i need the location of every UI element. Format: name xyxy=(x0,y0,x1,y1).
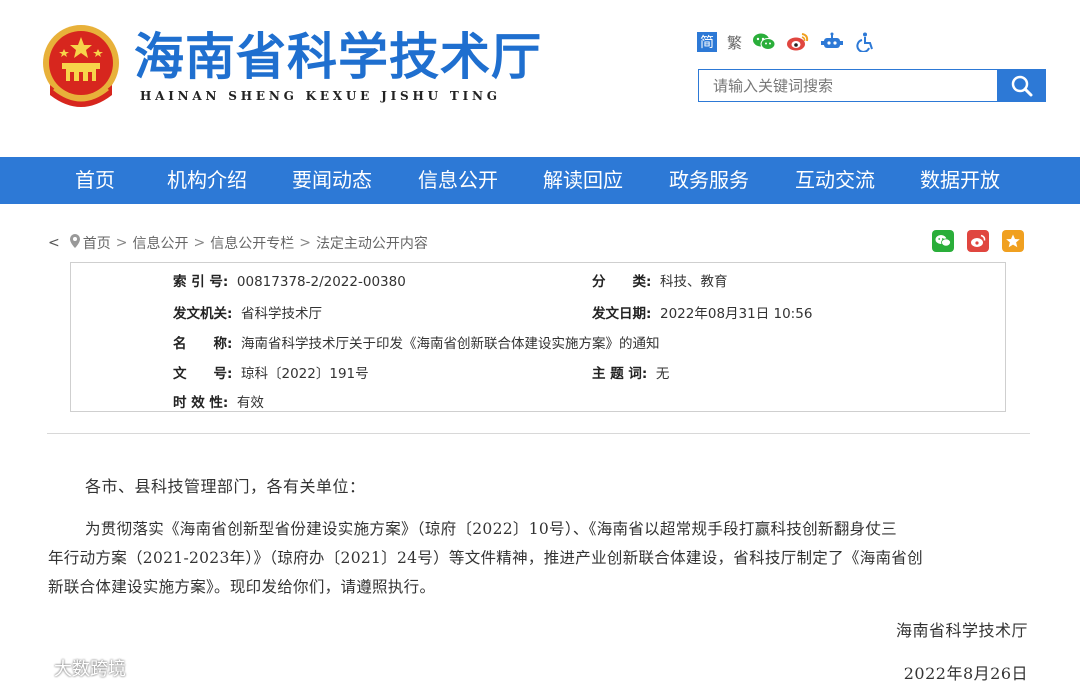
meta-validity: 时 效 性: 有效 xyxy=(173,391,264,411)
search-input[interactable] xyxy=(699,70,997,101)
traditional-chinese-button[interactable]: 繁 xyxy=(727,32,742,53)
breadcrumb-home[interactable]: 首页 xyxy=(83,233,111,253)
robot-icon[interactable] xyxy=(820,32,844,52)
watermark-text: 大数跨境 xyxy=(54,659,126,680)
nav-item-about[interactable]: 机构介绍 xyxy=(167,157,247,204)
article-salutation: 各市、县科技管理部门，各有关单位： xyxy=(85,477,366,496)
nav-item-home[interactable]: 首页 xyxy=(75,157,115,204)
meta-issuer-value: 省科学技术厅 xyxy=(241,306,322,322)
share-wechat-icon[interactable] xyxy=(932,230,954,252)
site-title: 海南省科学技术厅 xyxy=(134,28,542,86)
header-tools: 简 繁 xyxy=(697,30,878,54)
meta-subject-value: 无 xyxy=(655,366,670,382)
meta-subject-label: 主 题 词: xyxy=(592,366,648,382)
nav-item-disclosure[interactable]: 信息公开 xyxy=(418,157,498,204)
breadcrumb-separator: > xyxy=(299,235,311,251)
meta-issuer: 发文机关: 省科学技术厅 xyxy=(173,302,322,322)
weibo-icon[interactable] xyxy=(786,32,810,52)
main-content: < 首页 > 信息公开 > 信息公开专栏 > 法定主动公开内容 索 引 号: 0… xyxy=(0,204,1080,688)
search-icon xyxy=(1011,75,1033,96)
meta-index-value: 00817378-2/2022-00380 xyxy=(236,274,406,290)
national-emblem-icon xyxy=(40,23,122,109)
favorite-star-icon[interactable] xyxy=(1002,230,1024,252)
main-nav: 首页 机构介绍 要闻动态 信息公开 解读回应 政务服务 互动交流 数据开放 xyxy=(0,157,1080,204)
search-button[interactable] xyxy=(998,69,1046,102)
meta-category-label: 分 类: xyxy=(592,274,652,290)
article-paragraph-line-1: 为贯彻落实《海南省创新型省份建设实施方案》（琼府〔2022〕10号）、《海南省以… xyxy=(85,520,897,538)
article-paragraph-line-3: 新联合体建设实施方案》。现印发给你们，请遵照执行。 xyxy=(48,578,436,596)
meta-date: 发文日期: 2022年08月31日 10:56 xyxy=(592,302,812,322)
meta-name-label: 名 称: xyxy=(173,336,233,352)
meta-validity-value: 有效 xyxy=(236,395,264,411)
meta-index: 索 引 号: 00817378-2/2022-00380 xyxy=(173,270,406,290)
nav-item-services[interactable]: 政务服务 xyxy=(669,157,749,204)
content-divider xyxy=(47,433,1030,434)
article-signature: 海南省科学技术厅 xyxy=(895,621,1028,640)
breadcrumb-disclosure-column[interactable]: 信息公开专栏 xyxy=(210,233,294,253)
meta-name: 名 称: 海南省科学技术厅关于印发《海南省创新联合体建设实施方案》的通知 xyxy=(173,332,660,352)
nav-item-open-data[interactable]: 数据开放 xyxy=(920,157,1000,204)
meta-docno-value: 琼科〔2022〕191号 xyxy=(241,366,369,382)
watermark: 大数跨境 xyxy=(10,655,126,681)
breadcrumb-separator: > xyxy=(115,235,128,251)
breadcrumb-statutory-content[interactable]: 法定主动公开内容 xyxy=(316,233,428,253)
search-box xyxy=(698,69,998,102)
meta-validity-label: 时 效 性: xyxy=(173,395,229,411)
meta-category-value: 科技、教育 xyxy=(660,274,728,290)
meta-subject: 主 题 词: 无 xyxy=(592,362,669,382)
wechat-icon[interactable] xyxy=(752,32,776,52)
meta-category: 分 类: 科技、教育 xyxy=(592,270,728,290)
breadcrumb-disclosure[interactable]: 信息公开 xyxy=(132,233,188,253)
simplified-chinese-button[interactable]: 简 xyxy=(697,32,717,52)
breadcrumb-separator: > xyxy=(193,235,206,251)
watermark-logo-icon xyxy=(11,660,50,676)
meta-docno-label: 文 号: xyxy=(173,366,233,382)
share-weibo-icon[interactable] xyxy=(967,230,989,252)
accessibility-icon[interactable] xyxy=(854,32,878,52)
article-paragraph-line-2: 年行动方案（2021-2023年）》（琼府办〔2021〕24号）等文件精神，推进… xyxy=(48,549,923,567)
article-date: 2022年8月26日 xyxy=(903,664,1028,683)
meta-index-label: 索 引 号: xyxy=(173,274,229,290)
breadcrumb: < 首页 > 信息公开 > 信息公开专栏 > 法定主动公开内容 xyxy=(48,233,428,253)
meta-date-label: 发文日期: xyxy=(592,306,652,322)
nav-item-interpretation[interactable]: 解读回应 xyxy=(543,157,623,204)
location-pin-icon xyxy=(69,234,80,252)
site-header: 海南省科学技术厅 HAINAN SHENG KEXUE JISHU TING 简… xyxy=(0,0,1080,157)
back-link[interactable]: < xyxy=(48,235,60,251)
meta-date-value: 2022年08月31日 10:56 xyxy=(660,306,813,322)
nav-item-news[interactable]: 要闻动态 xyxy=(292,157,372,204)
meta-docno: 文 号: 琼科〔2022〕191号 xyxy=(173,362,369,382)
nav-item-interaction[interactable]: 互动交流 xyxy=(795,157,875,204)
meta-name-value: 海南省科学技术厅关于印发《海南省创新联合体建设实施方案》的通知 xyxy=(241,336,660,352)
meta-issuer-label: 发文机关: xyxy=(173,306,233,322)
site-title-english: HAINAN SHENG KEXUE JISHU TING xyxy=(140,89,501,103)
